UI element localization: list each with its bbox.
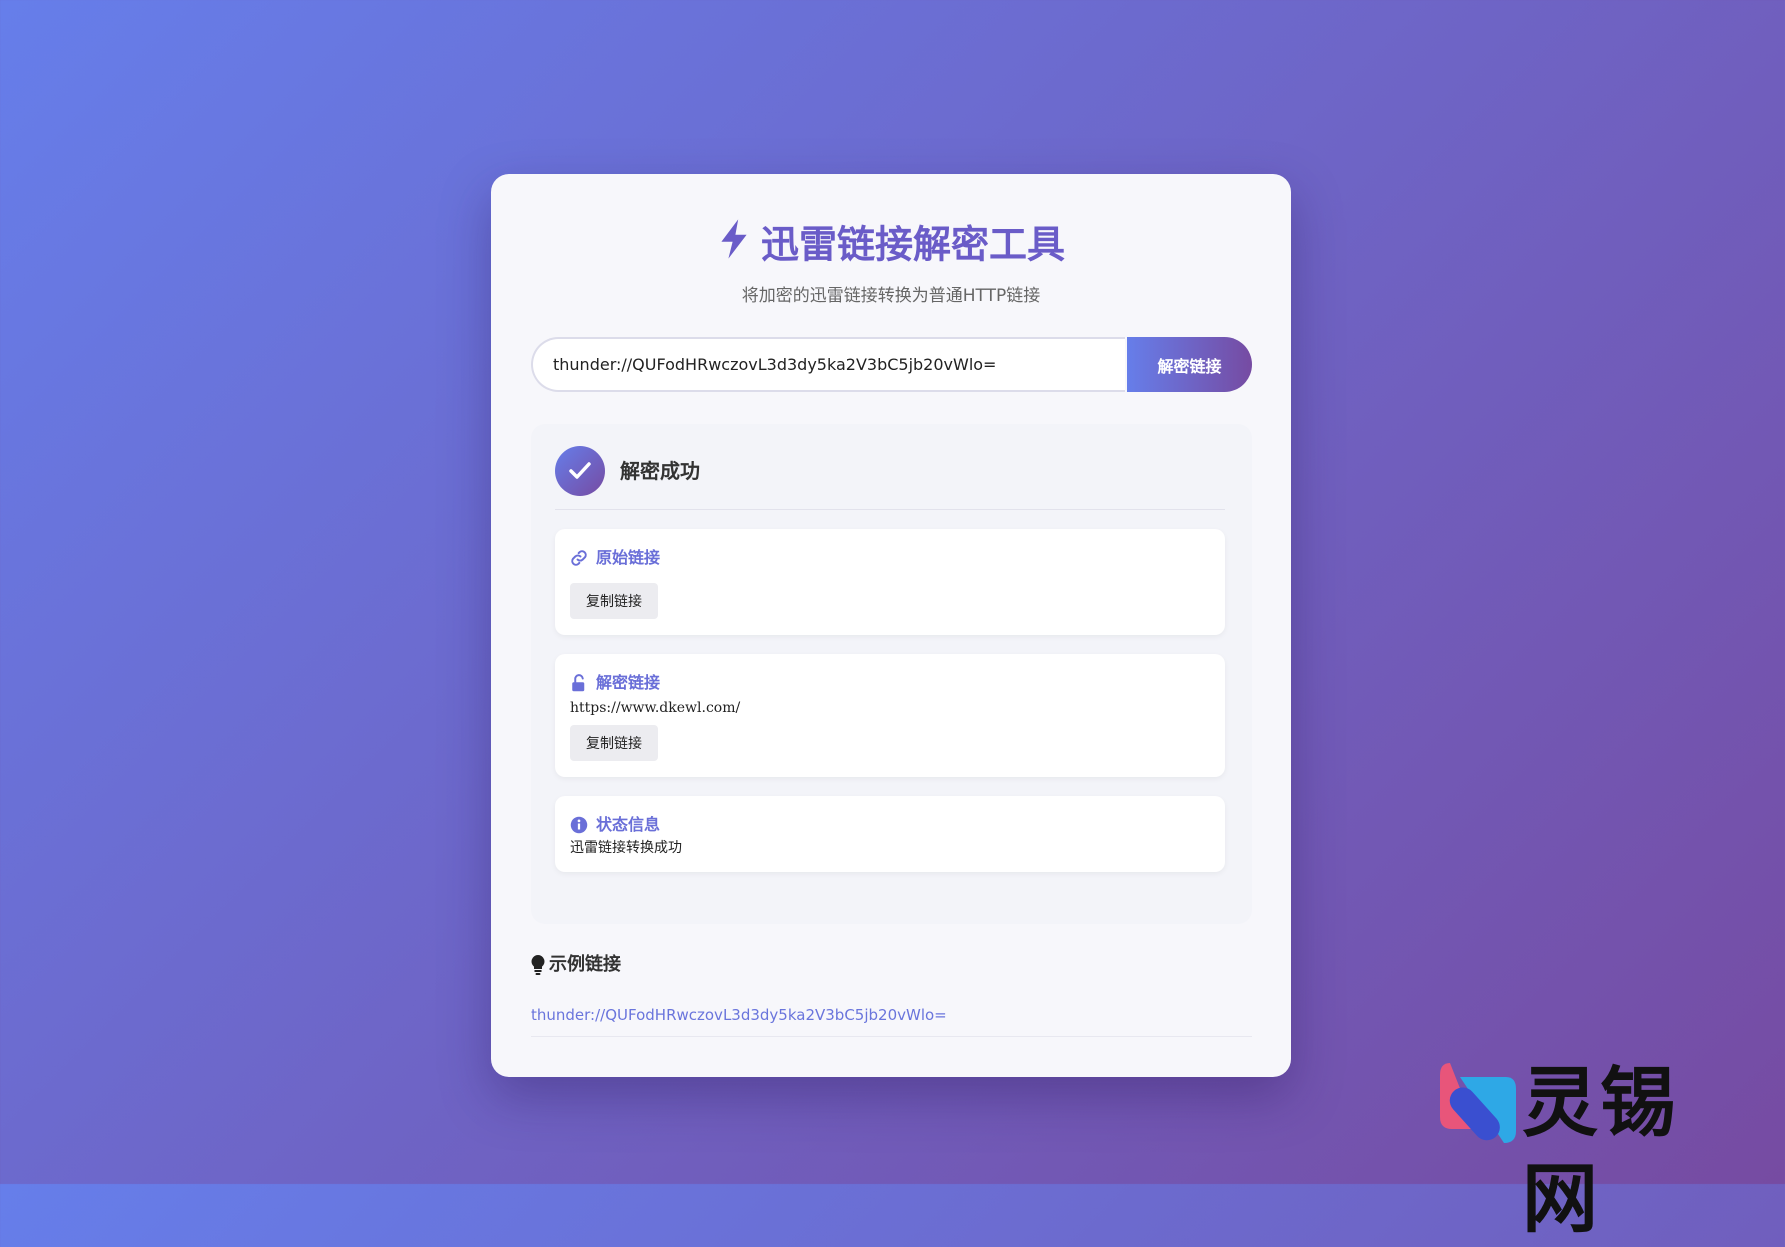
page-subtitle: 将加密的迅雷链接转换为普通HTTP链接	[741, 286, 1041, 306]
divider	[531, 1036, 1252, 1037]
lightbulb-icon	[531, 955, 545, 975]
original-link-box: 原始链接 复制链接	[555, 529, 1225, 635]
result-header: 解密成功	[555, 446, 1225, 502]
examples-title-text: 示例链接	[549, 954, 621, 975]
original-link-label: 原始链接	[570, 547, 660, 569]
decrypt-tool-card: 迅雷链接解密工具 将加密的迅雷链接转换为普通HTTP链接 解密链接 解密成功 原…	[491, 174, 1291, 1077]
status-label-text: 状态信息	[596, 815, 661, 834]
divider	[555, 509, 1225, 510]
copy-original-button[interactable]: 复制链接	[570, 583, 658, 619]
result-title: 解密成功	[620, 459, 700, 483]
decoded-link-box: 解密链接 https://www.dkewl.com/ 复制链接	[555, 654, 1225, 777]
copy-decoded-button[interactable]: 复制链接	[570, 725, 658, 761]
watermark-logo-icon	[1440, 1063, 1516, 1143]
check-icon	[555, 446, 605, 496]
status-box: 状态信息 迅雷链接转换成功	[555, 796, 1225, 872]
lightning-icon	[717, 218, 751, 271]
page-title-text: 迅雷链接解密工具	[760, 222, 1065, 267]
decoded-link-label-text: 解密链接	[596, 673, 661, 692]
example-link[interactable]: thunder://QUFodHRwczovL3d3dy5ka2V3bC5jb2…	[531, 1005, 947, 1025]
original-link-label-text: 原始链接	[596, 548, 661, 567]
decoded-link-value[interactable]: https://www.dkewl.com/	[570, 698, 740, 718]
result-panel: 解密成功 原始链接 复制链接 解密链接 https://www.dkewl.co…	[531, 424, 1252, 924]
status-label: 状态信息	[570, 814, 660, 836]
decrypt-button[interactable]: 解密链接	[1127, 337, 1252, 392]
unlock-icon	[572, 674, 585, 692]
page-title: 迅雷链接解密工具	[491, 218, 1291, 271]
status-value: 迅雷链接转换成功	[570, 840, 682, 856]
link-icon	[571, 550, 587, 566]
thunder-link-input[interactable]	[531, 337, 1125, 392]
examples-title: 示例链接	[531, 953, 621, 977]
decrypt-form: 解密链接	[531, 337, 1252, 392]
watermark-logo: 灵锡网	[1436, 1055, 1748, 1243]
watermark-text: 灵锡网	[1522, 1058, 1678, 1243]
info-icon	[570, 816, 588, 834]
decoded-link-label: 解密链接	[570, 672, 660, 694]
